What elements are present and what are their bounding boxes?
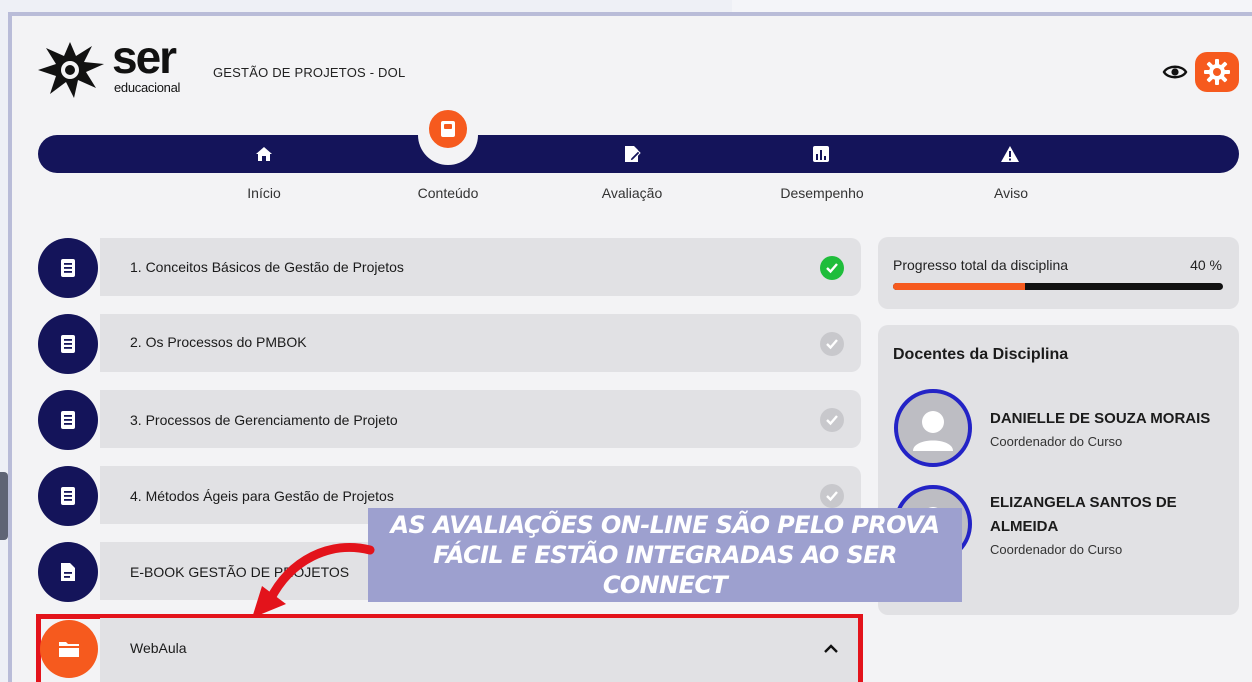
logo-text: ser bbox=[112, 31, 177, 83]
module-label: 2. Os Processos do PMBOK bbox=[130, 334, 307, 350]
teacher-name: DANIELLE DE SOUZA MORAIS bbox=[990, 410, 1211, 427]
course-title: GESTÃO DE PROJETOS - DOL bbox=[213, 65, 406, 80]
module-item-3[interactable]: 3. Processos de Gerenciamento de Projeto bbox=[100, 390, 861, 448]
teachers-title: Docentes da Disciplina bbox=[893, 346, 1069, 363]
user-avatar-icon bbox=[913, 411, 953, 451]
webaula-item[interactable]: WebAula bbox=[100, 618, 858, 682]
nav-label-desempenho[interactable]: Desempenho bbox=[780, 185, 863, 201]
teacher-role: Coordenador do Curso bbox=[990, 542, 1123, 557]
book-icon bbox=[441, 121, 455, 137]
module-document-icon[interactable] bbox=[38, 390, 98, 450]
progress-label: Progresso total da disciplina bbox=[893, 257, 1069, 273]
side-handle[interactable] bbox=[0, 472, 8, 540]
warning-icon bbox=[1001, 146, 1019, 162]
nav-item-inicio[interactable] bbox=[254, 144, 274, 164]
edit-icon bbox=[625, 146, 641, 162]
module-item-1[interactable]: 1. Conceitos Básicos de Gestão de Projet… bbox=[100, 238, 861, 296]
module-document-icon[interactable] bbox=[38, 314, 98, 374]
teacher-name: ELIZANGELA SANTOS DE ALMEIDA bbox=[990, 494, 1177, 535]
check-pending-icon bbox=[820, 484, 844, 508]
module-label: 1. Conceitos Básicos de Gestão de Projet… bbox=[130, 259, 404, 275]
folder-icon[interactable] bbox=[40, 620, 98, 678]
check-pending-icon bbox=[820, 332, 844, 356]
webaula-label: WebAula bbox=[130, 640, 187, 656]
avatar[interactable] bbox=[894, 389, 972, 467]
gear-icon bbox=[1204, 59, 1230, 85]
eye-icon[interactable] bbox=[1162, 62, 1188, 82]
module-label: 3. Processos de Gerenciamento de Projeto bbox=[130, 412, 398, 428]
module-document-icon[interactable] bbox=[38, 238, 98, 298]
progress-bar-fill bbox=[893, 283, 1025, 290]
callout-line-2: FÁCIL E ESTÃO INTEGRADAS AO SER CONNECT bbox=[433, 541, 897, 599]
module-label: 4. Métodos Ágeis para Gestão de Projetos bbox=[130, 488, 394, 504]
settings-button[interactable] bbox=[1195, 52, 1239, 92]
nav-label-conteudo[interactable]: Conteúdo bbox=[418, 185, 479, 201]
bar-chart-icon bbox=[813, 146, 829, 162]
chevron-up-icon[interactable] bbox=[820, 638, 842, 660]
module-item-2[interactable]: 2. Os Processos do PMBOK bbox=[100, 314, 861, 372]
nav-label-avaliacao[interactable]: Avaliação bbox=[602, 185, 662, 201]
progress-bar bbox=[893, 283, 1223, 290]
check-pending-icon bbox=[820, 408, 844, 432]
callout-banner: AS AVALIAÇÕES ON-LINE SÃO PELO PROVA FÁC… bbox=[368, 508, 962, 602]
teacher-role: Coordenador do Curso bbox=[990, 434, 1123, 449]
nav-item-conteudo-active[interactable] bbox=[426, 107, 470, 151]
ebook-file-icon[interactable] bbox=[38, 542, 98, 602]
nav-item-aviso[interactable] bbox=[1000, 144, 1020, 164]
ser-logo[interactable]: ser educacional bbox=[36, 31, 186, 98]
check-complete-icon bbox=[820, 256, 844, 280]
nav-item-avaliacao[interactable] bbox=[622, 144, 642, 164]
module-document-icon[interactable] bbox=[38, 466, 98, 526]
progress-card: Progresso total da disciplina 40 % bbox=[878, 237, 1239, 309]
progress-percent: 40 % bbox=[1190, 257, 1222, 273]
callout-line-1: AS AVALIAÇÕES ON-LINE SÃO PELO PROVA bbox=[390, 511, 941, 539]
nav-label-aviso[interactable]: Aviso bbox=[994, 185, 1028, 201]
logo-star-icon bbox=[38, 42, 104, 98]
nav-label-inicio[interactable]: Início bbox=[247, 185, 280, 201]
nav-item-desempenho[interactable] bbox=[811, 144, 831, 164]
curved-arrow-icon bbox=[252, 542, 375, 618]
home-icon bbox=[256, 147, 272, 161]
logo-subtext: educacional bbox=[114, 80, 181, 95]
